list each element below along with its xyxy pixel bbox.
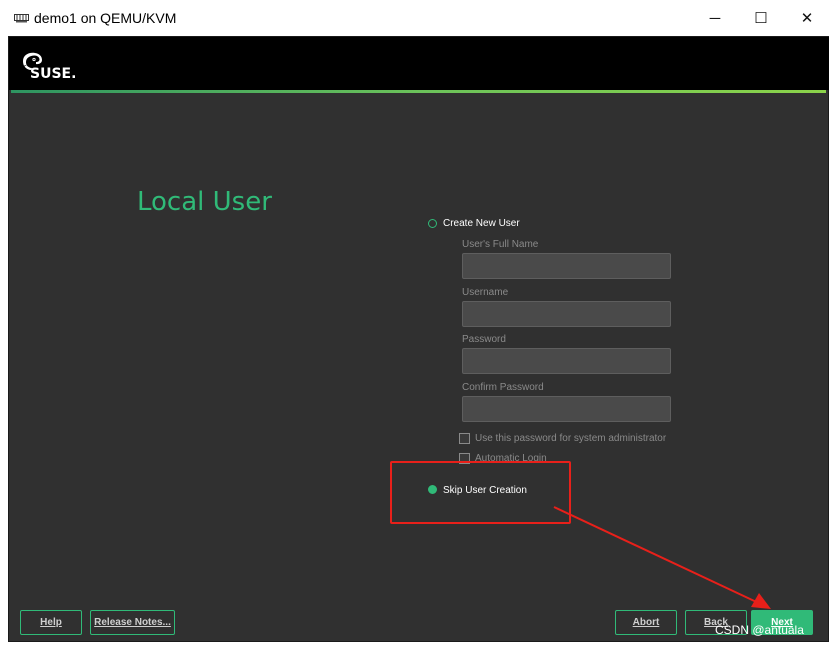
full-name-label: User's Full Name (462, 239, 539, 250)
create-new-user-radio[interactable] (428, 219, 437, 228)
window-border-right (829, 36, 834, 648)
suse-logo: SUSE. (23, 52, 76, 81)
create-new-user-label[interactable]: Create New User (443, 218, 520, 229)
use-password-for-admin-checkbox[interactable] (459, 433, 470, 444)
installer-header: SUSE. (9, 37, 830, 90)
guest-screen: SUSE. Local User Create New User User's … (8, 36, 830, 642)
vm-window: demo1 on QEMU/KVM ─ ☐ ✕ SUSE. Local User… (0, 0, 834, 648)
maximize-button[interactable]: ☐ (738, 0, 784, 36)
minimize-button[interactable]: ─ (692, 0, 738, 36)
suse-logo-text: SUSE. (30, 66, 76, 81)
password-field[interactable] (462, 348, 671, 374)
annotation-highlight-box (390, 461, 571, 524)
header-divider (11, 90, 826, 93)
page-title: Local User (137, 187, 272, 217)
username-label: Username (462, 287, 509, 298)
close-button[interactable]: ✕ (784, 0, 830, 36)
username-field[interactable] (462, 301, 671, 327)
watermark: CSDN @antuala (715, 623, 804, 637)
qemu-monitor-icon (14, 14, 29, 23)
help-button[interactable]: Help (20, 610, 82, 635)
release-notes-button[interactable]: Release Notes... (90, 610, 175, 635)
title-bar: demo1 on QEMU/KVM ─ ☐ ✕ (0, 0, 834, 36)
window-border-bottom (0, 642, 834, 648)
close-icon: ✕ (800, 10, 814, 27)
use-password-for-admin-label[interactable]: Use this password for system administrat… (475, 433, 666, 444)
annotation-arrow (553, 506, 771, 609)
password-label: Password (462, 334, 506, 345)
confirm-password-field[interactable] (462, 396, 671, 422)
abort-button[interactable]: Abort (615, 610, 677, 635)
minimize-icon: ─ (709, 9, 721, 27)
confirm-password-label: Confirm Password (462, 382, 544, 393)
full-name-field[interactable] (462, 253, 671, 279)
window-title: demo1 on QEMU/KVM (34, 10, 177, 26)
maximize-icon: ☐ (754, 10, 768, 27)
